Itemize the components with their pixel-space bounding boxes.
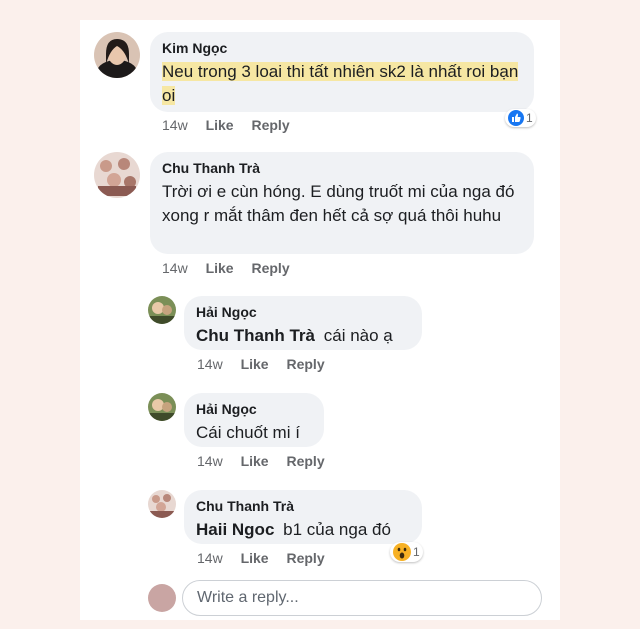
comment-time[interactable]: 14w	[162, 117, 188, 133]
reply-text: Haii Ngoc b1 của nga đó	[196, 520, 391, 539]
thumbs-up-icon	[508, 110, 524, 126]
mention-link[interactable]: Haii Ngoc	[196, 520, 274, 539]
comment-time[interactable]: 14w	[162, 260, 188, 276]
reply-text: Cái chuốt mi í	[196, 423, 300, 442]
reply-actions: 14w Like Reply	[197, 550, 339, 566]
reply-time[interactable]: 14w	[197, 453, 223, 469]
comment-bubble: Chu Thanh Trà Trời ơi e cùn hóng. E dùng…	[150, 152, 534, 254]
reply-button[interactable]: Reply	[251, 260, 289, 276]
mention-link[interactable]: Chu Thanh Trà	[196, 326, 315, 345]
like-button[interactable]: Like	[241, 550, 269, 566]
avatar-chu-thanh-tra[interactable]	[94, 152, 140, 198]
reply-button[interactable]: Reply	[251, 117, 289, 133]
current-user-avatar	[148, 584, 176, 612]
like-button[interactable]: Like	[241, 453, 269, 469]
avatar-hai-ngoc[interactable]	[148, 296, 176, 324]
comment-bubble: Kim Ngọc Neu trong 3 loai thi tất nhiên …	[150, 32, 534, 112]
reply-author[interactable]: Hải Ngọc	[196, 401, 312, 417]
comment-text: Trời ơi e cùn hóng. E dùng truốt mi của …	[162, 182, 515, 225]
reply-actions: 14w Like Reply	[197, 453, 339, 469]
comment-actions: 14w Like Reply	[162, 117, 304, 133]
reply-actions: 14w Like Reply	[197, 356, 339, 372]
reply-author[interactable]: Chu Thanh Trà	[196, 498, 410, 514]
reaction-count: 1	[526, 111, 533, 125]
comment-actions: 14w Like Reply	[162, 260, 304, 276]
reply-composer	[146, 580, 546, 618]
comment-author[interactable]: Chu Thanh Trà	[162, 160, 522, 176]
like-button[interactable]: Like	[241, 356, 269, 372]
like-button[interactable]: Like	[206, 117, 234, 133]
avatar-chu-thanh-tra[interactable]	[148, 490, 176, 518]
comment-text: Neu trong 3 loai thi tất nhiên sk2 là nh…	[162, 62, 519, 105]
like-button[interactable]: Like	[206, 260, 234, 276]
wow-icon	[393, 543, 411, 561]
avatar-kim-ngoc[interactable]	[94, 32, 140, 78]
reply-input[interactable]	[182, 580, 542, 616]
reply-button[interactable]: Reply	[286, 550, 324, 566]
reply-button[interactable]: Reply	[286, 453, 324, 469]
reaction-badge[interactable]: 1	[390, 542, 423, 562]
reply-time[interactable]: 14w	[197, 550, 223, 566]
reply-text: Chu Thanh Trà cái nào ạ	[196, 326, 393, 345]
avatar-hai-ngoc[interactable]	[148, 393, 176, 421]
reply-bubble: Hải Ngọc Chu Thanh Trà cái nào ạ	[184, 296, 422, 350]
reply-bubble: Hải Ngọc Cái chuốt mi í	[184, 393, 324, 447]
reaction-count: 1	[413, 545, 420, 559]
reply-author[interactable]: Hải Ngọc	[196, 304, 410, 320]
comment-author[interactable]: Kim Ngọc	[162, 40, 522, 56]
reaction-badge[interactable]: 1	[505, 109, 536, 127]
reply-bubble: Chu Thanh Trà Haii Ngoc b1 của nga đó	[184, 490, 422, 544]
reply-button[interactable]: Reply	[286, 356, 324, 372]
reply-time[interactable]: 14w	[197, 356, 223, 372]
